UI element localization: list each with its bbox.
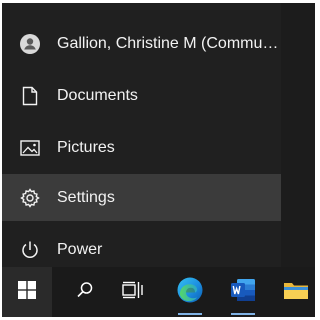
- documents-label: Documents: [57, 86, 138, 104]
- power-icon: [19, 239, 41, 261]
- word-button[interactable]: [218, 267, 268, 317]
- edge-button[interactable]: [165, 267, 215, 317]
- start-menu: Gallion, Christine M (Commu… Documents P…: [2, 3, 281, 267]
- taskbar: [2, 267, 315, 317]
- power-label: Power: [57, 240, 103, 258]
- task-view-button[interactable]: [108, 267, 158, 317]
- picture-icon: [19, 137, 41, 159]
- search-icon: [76, 281, 94, 304]
- edge-browser-icon: [176, 276, 204, 309]
- user-avatar-icon: [19, 33, 41, 55]
- user-account-label: Gallion, Christine M (Commu…: [57, 34, 279, 52]
- task-view-icon: [122, 281, 144, 304]
- power-item[interactable]: Power: [2, 226, 281, 273]
- file-explorer-icon: [283, 279, 309, 306]
- start-menu-window: Gallion, Christine M (Commu… Documents P…: [2, 3, 315, 317]
- start-button[interactable]: [2, 267, 52, 317]
- file-explorer-button[interactable]: [271, 267, 315, 317]
- gear-icon: [19, 187, 41, 209]
- pictures-label: Pictures: [57, 138, 115, 156]
- windows-logo-icon: [18, 280, 36, 304]
- search-button[interactable]: [60, 267, 110, 317]
- documents-item[interactable]: Documents: [2, 72, 281, 119]
- pictures-item[interactable]: Pictures: [2, 124, 281, 171]
- word-icon: [229, 277, 257, 308]
- user-account-item[interactable]: Gallion, Christine M (Commu…: [2, 20, 281, 67]
- settings-item[interactable]: Settings: [2, 174, 281, 221]
- word-active-indicator: [231, 313, 255, 315]
- settings-label: Settings: [57, 188, 115, 206]
- document-icon: [19, 85, 41, 107]
- edge-active-indicator: [178, 313, 202, 315]
